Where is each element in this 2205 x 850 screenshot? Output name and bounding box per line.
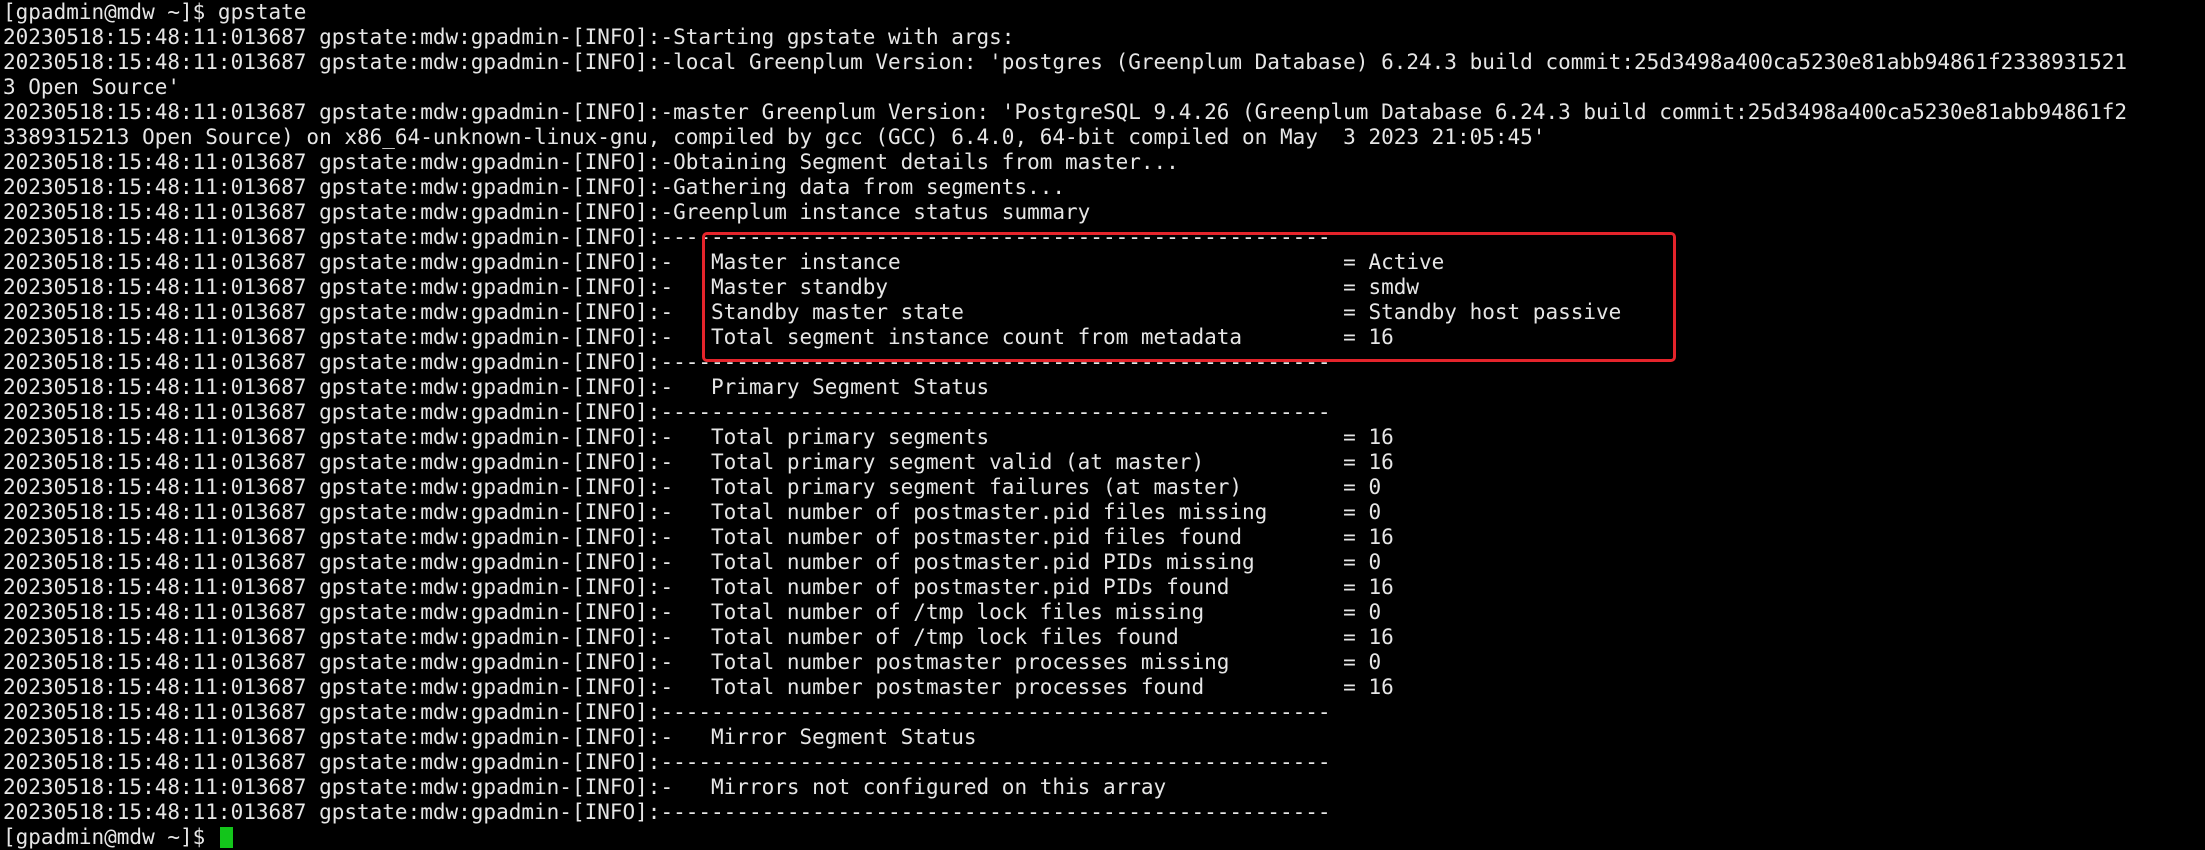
- prompt-text: [gpadmin@mdw ~]$: [3, 825, 218, 849]
- text-cursor: [219, 827, 233, 848]
- active-prompt-line[interactable]: [gpadmin@mdw ~]$: [3, 825, 2205, 850]
- output-line: 20230518:15:48:11:013687 gpstate:mdw:gpa…: [3, 100, 2128, 124]
- output-line: 20230518:15:48:11:013687 gpstate:mdw:gpa…: [3, 625, 1394, 649]
- terminal-output: 20230518:15:48:11:013687 gpstate:mdw:gpa…: [3, 25, 2205, 825]
- output-line: 20230518:15:48:11:013687 gpstate:mdw:gpa…: [3, 725, 977, 749]
- output-line: 20230518:15:48:11:013687 gpstate:mdw:gpa…: [3, 25, 1015, 49]
- output-line: 3389315213 Open Source) on x86_64-unknow…: [3, 125, 1546, 149]
- output-line: 20230518:15:48:11:013687 gpstate:mdw:gpa…: [3, 500, 1382, 524]
- output-line: 20230518:15:48:11:013687 gpstate:mdw:gpa…: [3, 425, 1394, 449]
- output-line: 20230518:15:48:11:013687 gpstate:mdw:gpa…: [3, 375, 990, 399]
- output-line: 20230518:15:48:11:013687 gpstate:mdw:gpa…: [3, 800, 1331, 824]
- output-line: 20230518:15:48:11:013687 gpstate:mdw:gpa…: [3, 550, 1382, 574]
- output-line: 3 Open Source': [3, 75, 181, 99]
- output-line: 20230518:15:48:11:013687 gpstate:mdw:gpa…: [3, 475, 1382, 499]
- output-line: 20230518:15:48:11:013687 gpstate:mdw:gpa…: [3, 450, 1394, 474]
- output-line: 20230518:15:48:11:013687 gpstate:mdw:gpa…: [3, 325, 1394, 349]
- output-line: 20230518:15:48:11:013687 gpstate:mdw:gpa…: [3, 200, 1091, 224]
- output-line: 20230518:15:48:11:013687 gpstate:mdw:gpa…: [3, 750, 1331, 774]
- output-line: 20230518:15:48:11:013687 gpstate:mdw:gpa…: [3, 250, 1445, 274]
- output-line: 20230518:15:48:11:013687 gpstate:mdw:gpa…: [3, 350, 1331, 374]
- output-line: 20230518:15:48:11:013687 gpstate:mdw:gpa…: [3, 775, 1167, 799]
- output-line: 20230518:15:48:11:013687 gpstate:mdw:gpa…: [3, 700, 1331, 724]
- output-line: 20230518:15:48:11:013687 gpstate:mdw:gpa…: [3, 150, 1179, 174]
- output-line: 20230518:15:48:11:013687 gpstate:mdw:gpa…: [3, 525, 1394, 549]
- output-line: 20230518:15:48:11:013687 gpstate:mdw:gpa…: [3, 600, 1382, 624]
- command-prompt-line: [gpadmin@mdw ~]$ gpstate: [3, 0, 307, 24]
- terminal-window[interactable]: [gpadmin@mdw ~]$ gpstate 20230518:15:48:…: [0, 0, 2205, 850]
- output-line: 20230518:15:48:11:013687 gpstate:mdw:gpa…: [3, 300, 1622, 324]
- output-line: 20230518:15:48:11:013687 gpstate:mdw:gpa…: [3, 575, 1394, 599]
- output-line: 20230518:15:48:11:013687 gpstate:mdw:gpa…: [3, 275, 1420, 299]
- output-line: 20230518:15:48:11:013687 gpstate:mdw:gpa…: [3, 50, 2128, 74]
- output-line: 20230518:15:48:11:013687 gpstate:mdw:gpa…: [3, 175, 1066, 199]
- output-line: 20230518:15:48:11:013687 gpstate:mdw:gpa…: [3, 225, 1331, 249]
- output-line: 20230518:15:48:11:013687 gpstate:mdw:gpa…: [3, 675, 1394, 699]
- output-line: 20230518:15:48:11:013687 gpstate:mdw:gpa…: [3, 650, 1382, 674]
- output-line: 20230518:15:48:11:013687 gpstate:mdw:gpa…: [3, 400, 1331, 424]
